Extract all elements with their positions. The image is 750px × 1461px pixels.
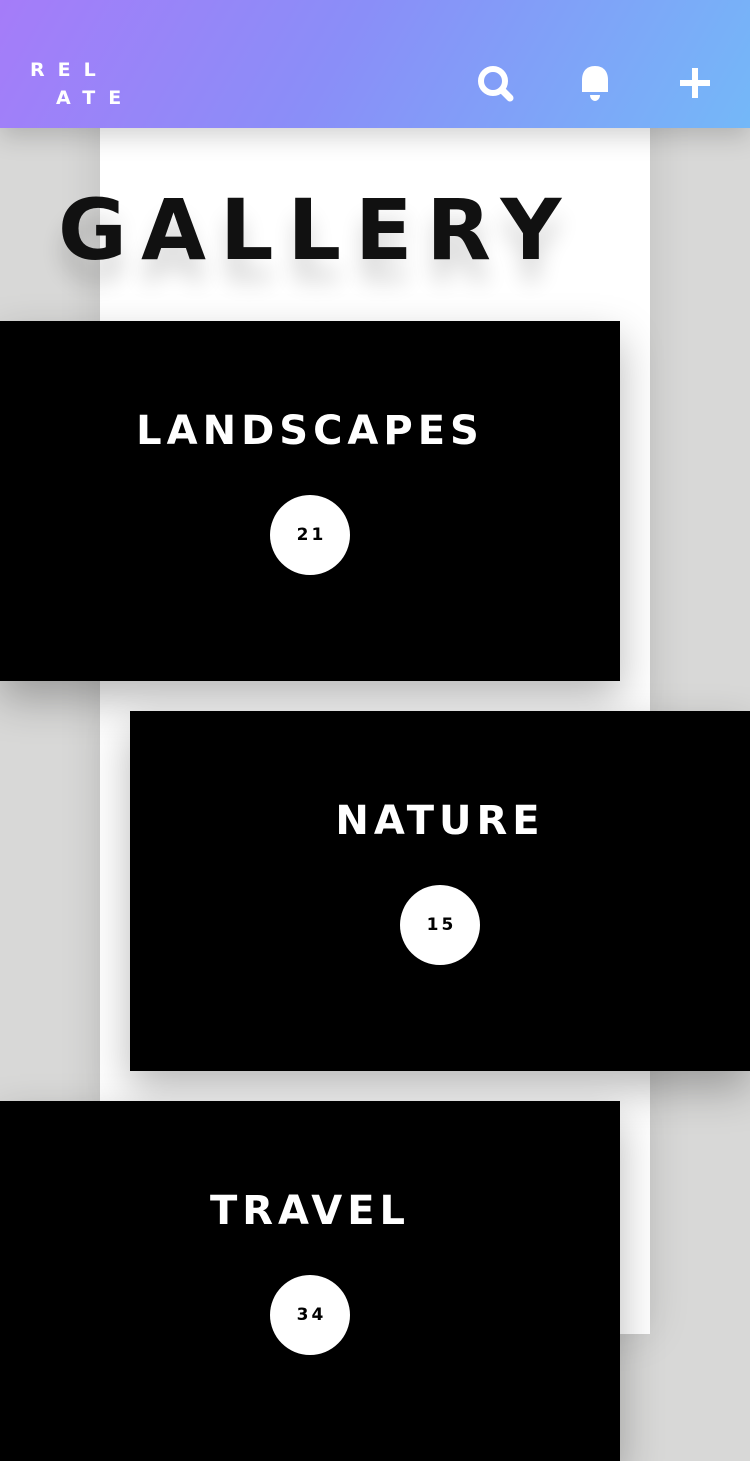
album-title: NATURE	[335, 798, 545, 844]
album-card-travel[interactable]: TRAVEL 34	[0, 1101, 620, 1461]
logo-line-1: REL	[30, 59, 109, 81]
notifications-button[interactable]	[570, 58, 620, 108]
add-button[interactable]	[670, 58, 720, 108]
page-title: GALLERY	[58, 181, 576, 279]
album-title: LANDSCAPES	[136, 408, 484, 454]
app-header: REL ATE	[0, 0, 750, 128]
logo[interactable]: REL ATE	[30, 56, 134, 112]
album-title: TRAVEL	[209, 1188, 411, 1234]
album-count-badge: 34	[270, 1275, 350, 1355]
album-card-nature[interactable]: NATURE 15	[130, 711, 750, 1071]
logo-line-2: ATE	[56, 87, 135, 109]
album-count-badge: 15	[400, 885, 480, 965]
search-button[interactable]	[470, 58, 520, 108]
plus-icon	[670, 58, 720, 108]
album-card-landscapes[interactable]: LANDSCAPES 21	[0, 321, 620, 681]
bell-icon	[570, 58, 620, 108]
album-count-badge: 21	[270, 495, 350, 575]
search-icon	[470, 58, 520, 108]
